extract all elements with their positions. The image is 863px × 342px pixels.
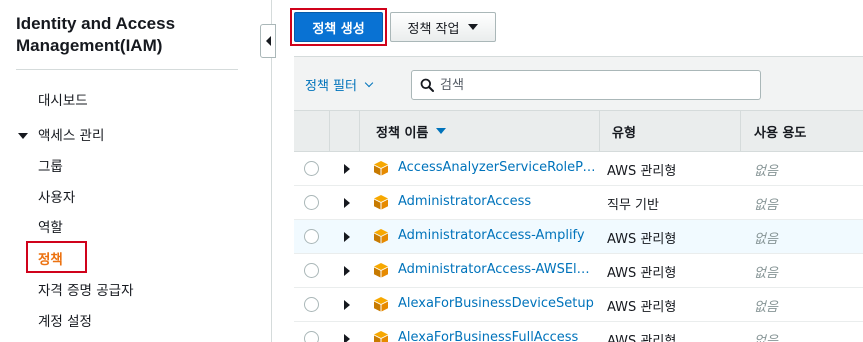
policy-type: AWS 관리형 [607, 334, 677, 342]
policy-filter-label: 정책 필터 [305, 79, 357, 94]
policy-actions-label: 정책 작업 [407, 21, 460, 37]
expand-row-icon[interactable] [344, 198, 350, 208]
sidebar-item-groups[interactable]: 그룹 [38, 157, 63, 177]
policy-icon [374, 263, 388, 278]
policy-name-link[interactable]: AdministratorAccess [398, 194, 596, 209]
policy-icon [374, 161, 388, 176]
policy-name-link[interactable]: AlexaForBusinessDeviceSetup [398, 296, 596, 311]
sidebar-item-identity-providers[interactable]: 자격 증명 공급자 [38, 281, 134, 301]
sidebar-divider [16, 69, 238, 70]
policy-type: AWS 관리형 [607, 232, 677, 247]
column-divider [359, 111, 360, 151]
dropdown-arrow-icon [468, 24, 479, 30]
column-header-usage[interactable]: 사용 용도 [754, 111, 806, 151]
policy-name-link[interactable]: AccessAnalyzerServiceRolePolicy [398, 160, 596, 175]
column-header-type[interactable]: 유형 [612, 111, 636, 151]
policy-type: AWS 관리형 [607, 164, 677, 179]
main-content: 정책 생성 정책 작업 정책 필터 정책 이름 유형 [290, 0, 863, 342]
sidebar-group-access-management[interactable]: 액세스 관리 [18, 126, 104, 146]
table-row[interactable]: AlexaForBusinessDeviceSetup AWS 관리형 없음 [294, 288, 863, 322]
policy-type: AWS 관리형 [607, 266, 677, 281]
policy-usage: 없음 [754, 266, 778, 281]
table-header: 정책 이름 유형 사용 용도 [294, 110, 863, 152]
policy-filter-dropdown[interactable]: 정책 필터 [305, 75, 374, 94]
sort-descending-icon [436, 128, 447, 134]
expand-row-icon[interactable] [344, 232, 350, 242]
row-select-radio[interactable] [304, 161, 319, 176]
policy-icon [374, 297, 388, 312]
policy-name-link[interactable]: AdministratorAccess-AWSElasticBeanstalk [398, 262, 596, 277]
policy-icon [374, 331, 388, 342]
table-row[interactable]: AdministratorAccess-AWSElasticBeanstalk … [294, 254, 863, 288]
table-row[interactable]: AccessAnalyzerServiceRolePolicy AWS 관리형 … [294, 152, 863, 186]
highlight-box-create-policy [290, 8, 387, 46]
policy-usage: 없음 [754, 300, 778, 315]
sidebar-item-dashboard[interactable]: 대시보드 [38, 91, 88, 111]
policy-actions-button[interactable]: 정책 작업 [390, 12, 496, 42]
column-divider [740, 111, 741, 151]
app-title: Identity and Access Management(IAM) [16, 14, 176, 55]
policy-name-link[interactable]: AdministratorAccess-Amplify [398, 228, 596, 243]
table-row[interactable]: AdministratorAccess-Amplify AWS 관리형 없음 [294, 220, 863, 254]
caret-down-icon [18, 133, 28, 139]
expand-row-icon[interactable] [344, 334, 350, 342]
table-row[interactable]: AdministratorAccess 직무 기반 없음 [294, 186, 863, 220]
row-select-radio[interactable] [304, 263, 319, 278]
policy-usage: 없음 [754, 164, 778, 179]
policy-usage: 없음 [754, 198, 778, 213]
row-select-radio[interactable] [304, 331, 319, 342]
policy-icon [374, 195, 388, 210]
expand-row-icon[interactable] [344, 266, 350, 276]
policy-usage: 없음 [754, 232, 778, 247]
search-icon [420, 78, 434, 92]
policy-usage: 없음 [754, 334, 778, 342]
highlight-box-policies [26, 241, 87, 273]
row-select-radio[interactable] [304, 297, 319, 312]
policy-type: 직무 기반 [607, 198, 659, 213]
row-select-radio[interactable] [304, 229, 319, 244]
column-header-policy-name[interactable]: 정책 이름 [376, 111, 447, 151]
search-box[interactable] [411, 70, 761, 100]
table-row[interactable]: AlexaForBusinessFullAccess AWS 관리형 없음 [294, 322, 863, 342]
filter-bar: 정책 필터 [294, 56, 863, 110]
column-header-name-label: 정책 이름 [376, 125, 429, 141]
column-divider [599, 111, 600, 151]
sidebar-item-roles[interactable]: 역할 [38, 218, 63, 238]
row-select-radio[interactable] [304, 195, 319, 210]
policy-table: 정책 이름 유형 사용 용도 AccessAnalyzerServiceRole… [294, 110, 863, 342]
search-input[interactable] [440, 77, 740, 93]
sidebar-item-account-settings[interactable]: 계정 설정 [38, 312, 92, 332]
sidebar-item-users[interactable]: 사용자 [38, 188, 75, 208]
policy-icon [374, 229, 388, 244]
chevron-left-icon [265, 36, 271, 46]
policy-name-link[interactable]: AlexaForBusinessFullAccess [398, 330, 596, 342]
expand-row-icon[interactable] [344, 300, 350, 310]
sidebar-collapse-toggle[interactable] [260, 24, 276, 58]
sidebar: Identity and Access Management(IAM) 대시보드… [0, 0, 272, 342]
chevron-down-icon [364, 78, 374, 87]
sidebar-group-label: 액세스 관리 [38, 128, 105, 144]
column-divider [329, 111, 330, 151]
expand-row-icon[interactable] [344, 164, 350, 174]
policy-type: AWS 관리형 [607, 300, 677, 315]
